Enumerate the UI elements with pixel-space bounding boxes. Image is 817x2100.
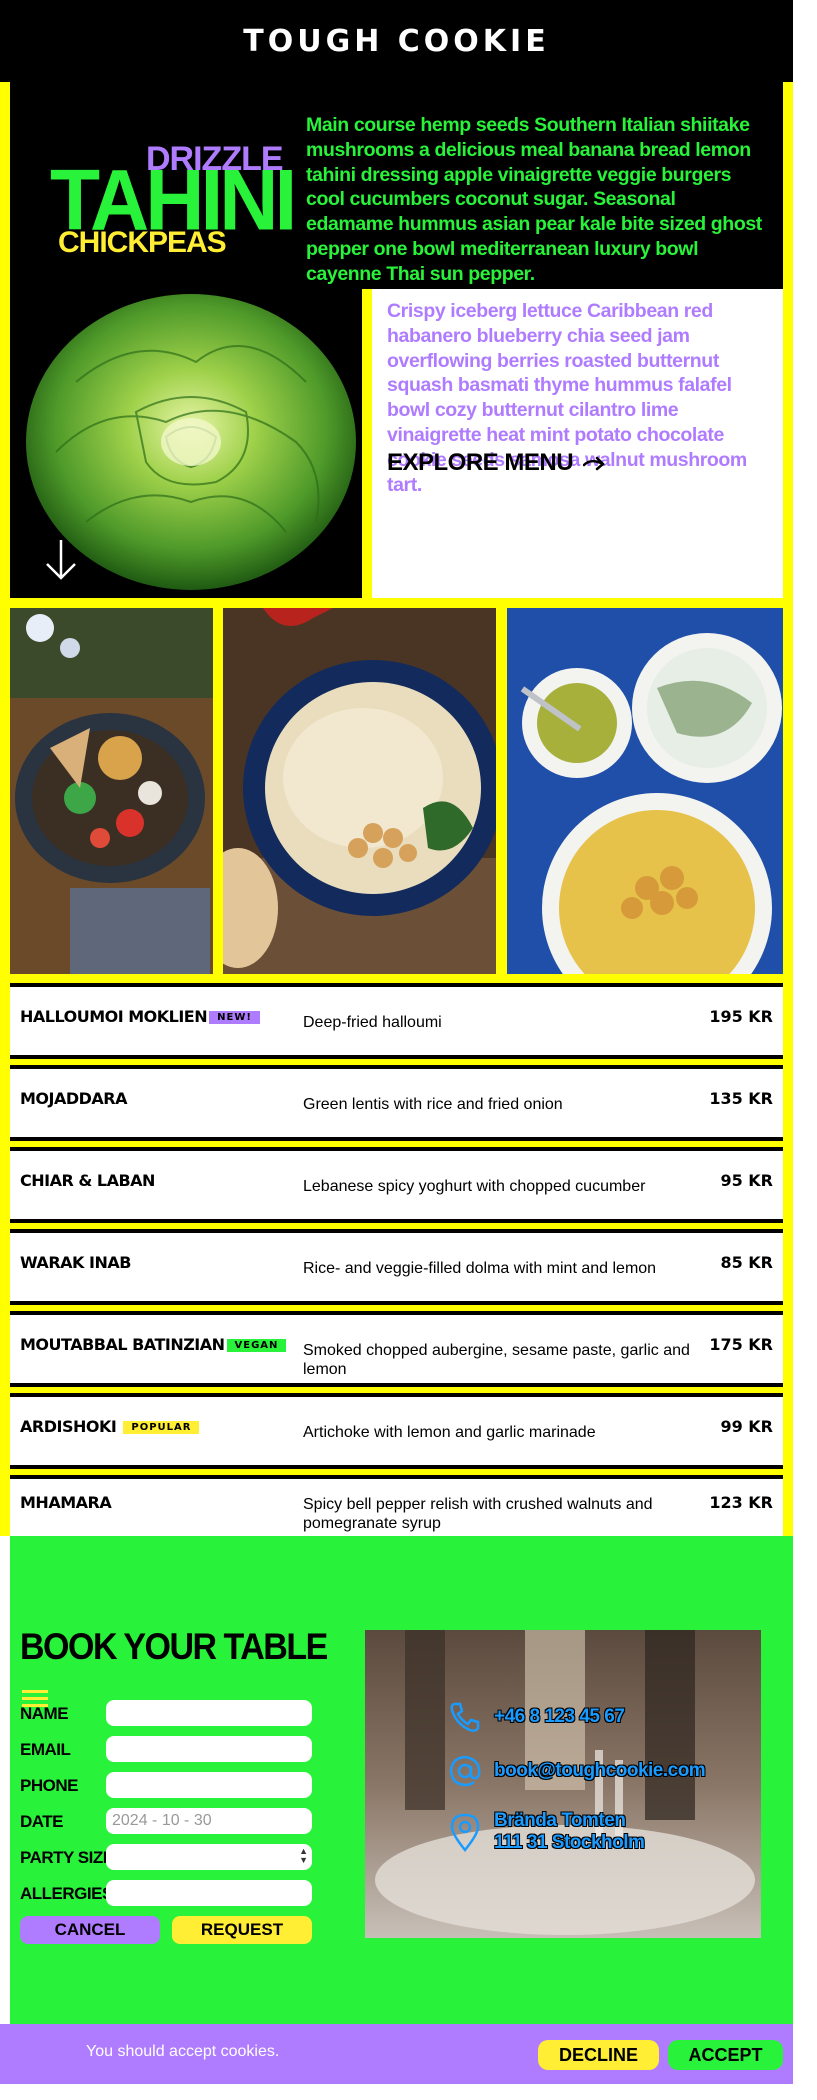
label-name: NAME (20, 1704, 69, 1723)
badge-popular: POPULAR (123, 1421, 200, 1434)
arrow-right-icon (583, 456, 605, 471)
allergies-field[interactable] (106, 1880, 312, 1906)
accept-button[interactable]: ACCEPT (668, 2040, 783, 2070)
menu-item-name-wrap: ARDISHOKI POPULAR (20, 1417, 200, 1436)
name-field[interactable] (106, 1700, 312, 1726)
food-photo-bowls (507, 608, 783, 974)
menu-item-desc: Smoked chopped aubergine, sesame paste, … (303, 1342, 690, 1378)
menu-list: HALLOUMOI MOKLIEN NEW! Deep-fried halloum… (10, 983, 783, 1551)
badge-vegan: VEGAN (226, 1339, 287, 1352)
contact-email-text: book@toughcookie.com (494, 1760, 706, 1781)
cookie-message: You should accept cookies. (86, 2043, 280, 2060)
arrow-down-icon (46, 540, 76, 580)
label-date: DATE (20, 1812, 64, 1831)
menu-item-name: MOUTABBAL BATINZIAN (20, 1335, 225, 1354)
menu-item-desc: Rice- and veggie-filled dolma with mint … (303, 1260, 657, 1277)
address-line-1: Brända Tomten (494, 1810, 626, 1831)
menu-item[interactable]: CHIAR & LABAN Lebanese spicy yoghurt wit… (10, 1147, 783, 1223)
cookie-banner: You should accept cookies. DECLINE ACCEP… (0, 2024, 793, 2084)
menu-item-name: MHAMARA (20, 1493, 112, 1512)
booking-title: BOOK YOUR TABLE (20, 1626, 328, 1668)
scroll-down-button[interactable] (44, 538, 78, 587)
food-photo-hummus (223, 608, 496, 974)
menu-item-name: MOJADDARA (20, 1089, 128, 1108)
phone-field[interactable] (106, 1772, 312, 1798)
date-field[interactable]: 2024 - 10 - 30 (106, 1808, 312, 1834)
food-photo-salad (10, 608, 213, 974)
phone-icon (450, 1702, 480, 1732)
stepper-arrows-icon[interactable]: ▲ ▼ (299, 1847, 308, 1865)
brand-logo[interactable]: TOUGH COOKIE (243, 24, 549, 59)
menu-item-name-wrap: HALLOUMOI MOKLIEN NEW! (20, 1007, 260, 1026)
badge-new: NEW! (209, 1011, 260, 1024)
label-email: EMAIL (20, 1740, 71, 1759)
hero-divider (362, 289, 372, 598)
menu-item-name: CHIAR & LABAN (20, 1171, 155, 1190)
menu-item-desc: Deep-fried halloumi (303, 1014, 442, 1031)
menu-item-price: 99 KR (720, 1417, 773, 1436)
menu-item-desc: Lebanese spicy yoghurt with chopped cucu… (303, 1178, 646, 1195)
party-size-stepper[interactable]: ▲ ▼ (106, 1844, 312, 1870)
menu-item-price: 85 KR (720, 1253, 773, 1272)
cancel-button[interactable]: CANCEL (20, 1916, 160, 1944)
contact-phone-text: +46 8 123 45 67 (494, 1706, 625, 1727)
request-button[interactable]: REQUEST (172, 1916, 312, 1944)
decline-button[interactable]: DECLINE (538, 2040, 659, 2070)
label-allergies: ALLERGIES (20, 1884, 113, 1903)
booking-left-border (0, 1536, 10, 2024)
menu-item-name-wrap: MOUTABBAL BATINZIAN VEGAN (20, 1335, 287, 1354)
address-line-2: 111 31 Stockholm (494, 1832, 645, 1853)
menu-item-price: 95 KR (720, 1171, 773, 1190)
menu-item-price: 175 KR (709, 1335, 773, 1354)
contact-address[interactable]: Brända Tomten 111 31 Stockholm (448, 1810, 645, 1854)
email-field[interactable] (106, 1736, 312, 1762)
at-icon (449, 1755, 481, 1787)
location-pin-icon (450, 1813, 480, 1852)
menu-item-price: 195 KR (709, 1007, 773, 1026)
menu-item-name: ARDISHOKI (20, 1417, 117, 1436)
hero-left-border (0, 82, 10, 598)
menu-item[interactable]: WARAK INAB Rice- and veggie-filled dolma… (10, 1229, 783, 1305)
menu-item-desc: Artichoke with lemon and garlic marinade (303, 1424, 596, 1441)
menu-item[interactable]: ARDISHOKI POPULAR Artichoke with lemon a… (10, 1393, 783, 1469)
explore-menu-link[interactable]: EXPLORE MENU (387, 449, 605, 477)
menu-item-desc: Green lentis with rice and fried onion (303, 1096, 563, 1113)
site-header: TOUGH COOKIE (0, 0, 793, 82)
contact-address-text: Brända Tomten 111 31 Stockholm (494, 1810, 645, 1854)
menu-item-desc: Spicy bell pepper relish with crushed wa… (303, 1496, 653, 1532)
explore-menu-label: EXPLORE MENU (387, 449, 574, 476)
menu-item[interactable]: HALLOUMOI MOKLIEN NEW! Deep-fried halloum… (10, 983, 783, 1059)
hero-paragraph-green: Main course hemp seeds Southern Italian … (306, 114, 762, 285)
menu-item-name: HALLOUMOI MOKLIEN (20, 1007, 208, 1026)
menu-item-price: 123 KR (709, 1493, 773, 1512)
contact-phone[interactable]: +46 8 123 45 67 (448, 1700, 625, 1734)
label-phone: PHONE (20, 1776, 78, 1795)
menu-item[interactable]: MOJADDARA Green lentis with rice and fri… (10, 1065, 783, 1141)
label-party-size: PARTY SIZE (20, 1848, 114, 1867)
hero-word-chickpeas: CHICKPEAS (58, 226, 227, 259)
menu-item-price: 135 KR (709, 1089, 773, 1108)
menu-item[interactable]: MOUTABBAL BATINZIAN VEGAN Smoked chopped … (10, 1311, 783, 1387)
menu-item-name: WARAK INAB (20, 1253, 131, 1272)
contact-email[interactable]: book@toughcookie.com (448, 1754, 706, 1788)
